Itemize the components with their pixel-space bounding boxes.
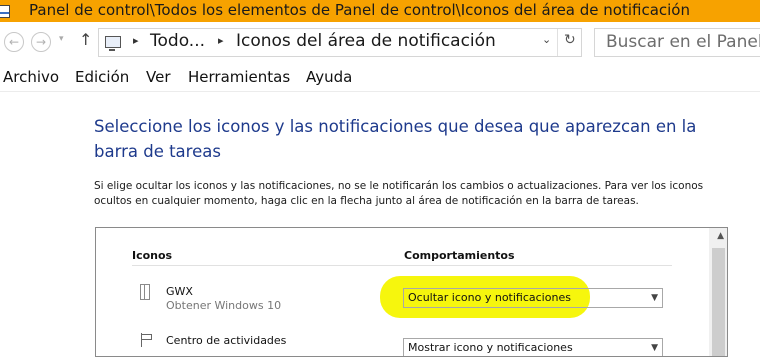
back-button[interactable]: ← xyxy=(4,32,24,52)
control-panel-window-icon xyxy=(0,5,10,18)
breadcrumb-all-items[interactable]: Todo... xyxy=(150,31,205,51)
icons-behaviors-list: ▲ Iconos Comportamientos GWX Obtener Win… xyxy=(95,227,728,357)
vertical-scrollbar[interactable]: ▲ xyxy=(709,228,727,356)
chevron-down-icon: ▼ xyxy=(651,343,658,353)
column-header-icons: Iconos xyxy=(132,249,173,262)
window-title: Panel de control\Todos los elementos de … xyxy=(29,1,690,19)
behavior-select-value: Mostrar icono y notificaciones xyxy=(408,341,573,354)
behavior-select-action-center[interactable]: Mostrar icono y notificaciones ▼ xyxy=(403,338,663,356)
scrollbar-thumb[interactable] xyxy=(712,248,725,356)
forward-button[interactable]: → xyxy=(31,32,51,52)
back-arrow-icon: ← xyxy=(8,35,20,49)
behavior-select-gwx[interactable]: Ocultar icono y notificaciones ▼ xyxy=(403,288,663,308)
refresh-icon[interactable]: ↻ xyxy=(564,32,576,48)
forward-arrow-icon: → xyxy=(35,35,47,49)
menu-ayuda[interactable]: Ayuda xyxy=(306,68,352,86)
menu-ver[interactable]: Ver xyxy=(146,68,171,86)
behavior-select-value: Ocultar icono y notificaciones xyxy=(408,291,571,304)
window-titlebar: Panel de control\Todos los elementos de … xyxy=(0,0,760,22)
address-toolbar: ← → ▾ ↑ ▸ Todo... ▸ Iconos del área de n… xyxy=(0,26,760,62)
menu-edicion[interactable]: Edición xyxy=(75,68,129,86)
up-arrow-icon[interactable]: ↑ xyxy=(79,30,92,49)
page-description: Si elige ocultar los iconos y las notifi… xyxy=(94,180,704,207)
flag-icon xyxy=(140,333,154,347)
chevron-down-icon: ▼ xyxy=(651,293,658,303)
page-heading: Seleccione los iconos y las notificacion… xyxy=(94,117,697,161)
breadcrumb-current[interactable]: Iconos del área de notificación xyxy=(236,31,496,51)
menu-divider xyxy=(0,91,760,92)
breadcrumb-separator-icon[interactable]: ▸ xyxy=(133,34,139,47)
address-bar[interactable]: ▸ Todo... ▸ Iconos del área de notificac… xyxy=(98,28,582,57)
gwx-icon xyxy=(140,284,150,300)
scroll-up-arrow-icon[interactable]: ▲ xyxy=(717,231,724,241)
column-header-behaviors: Comportamientos xyxy=(404,249,515,262)
search-input[interactable]: Buscar en el Panel de control xyxy=(594,28,760,57)
recent-locations-chevron-icon[interactable]: ▾ xyxy=(59,34,64,44)
menu-archivo[interactable]: Archivo xyxy=(3,68,59,86)
header-divider xyxy=(132,265,672,266)
row-app-name: GWX xyxy=(166,285,193,298)
address-divider xyxy=(557,29,558,56)
row-app-name: Centro de actividades xyxy=(166,334,287,347)
menu-herramientas[interactable]: Herramientas xyxy=(188,68,290,86)
breadcrumb-separator-icon[interactable]: ▸ xyxy=(218,34,224,47)
control-panel-icon xyxy=(105,36,121,51)
address-history-chevron-icon[interactable]: ⌄ xyxy=(542,33,551,46)
menu-bar: Archivo Edición Ver Herramientas Ayuda xyxy=(0,66,760,90)
row-app-description: Obtener Windows 10 xyxy=(166,299,282,312)
